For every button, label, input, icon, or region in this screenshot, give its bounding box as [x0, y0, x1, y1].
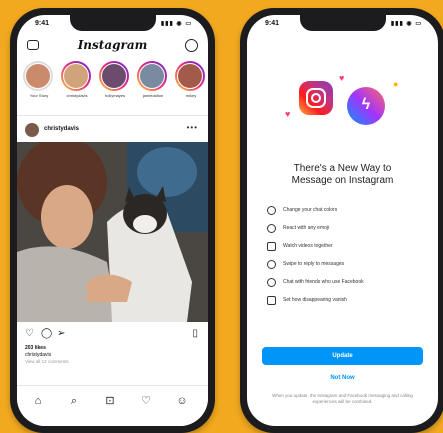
list-item: Swipe to reply to messages	[267, 259, 426, 274]
story-item[interactable]: christydavis	[61, 61, 93, 98]
title-line-2: Message on Instagram	[291, 175, 394, 186]
post-actions: ♡ ◯ ➢ ▯	[17, 328, 208, 342]
phone-feed: 9:41 ▮▮▮ ◉ ▭ Instagram Your Story christ…	[10, 8, 215, 433]
chat-icon	[267, 278, 276, 287]
home-icon[interactable]: ⌂	[31, 394, 45, 408]
update-screen: 9:41 ▮▮▮ ◉ ▭ ϟ ♥ ♥ ● There's a New Way t…	[247, 15, 438, 426]
messenger-app-icon: ϟ	[347, 87, 385, 125]
update-footnote: When you update, the Instagram and Faceb…	[272, 393, 413, 404]
update-title: There's a New Way to Message on Instagra…	[247, 163, 438, 187]
story-item[interactable]: Your Story	[23, 61, 55, 98]
profile-icon[interactable]: ☺	[175, 394, 189, 408]
story-item[interactable]: mikey	[175, 61, 207, 98]
notch	[69, 15, 156, 31]
title-line-1: There's a New Way to	[293, 163, 392, 174]
feature-text: Watch videos together	[283, 243, 333, 249]
not-now-link[interactable]: Not Now	[247, 375, 438, 381]
instagram-app-icon-lens	[311, 93, 321, 103]
feed-header: Instagram	[17, 35, 208, 57]
update-hero: ϟ ♥ ♥ ●	[247, 69, 438, 139]
status-icons: ▮▮▮ ◉ ▭	[160, 21, 192, 27]
likes-count[interactable]: 203 likes	[25, 345, 46, 351]
feature-list: Change your chat colors React with any e…	[267, 205, 426, 313]
story-name: Your Story	[29, 93, 49, 98]
messenger-bolt-icon: ϟ	[361, 96, 371, 113]
story-ring	[23, 61, 53, 91]
status-icons: ▮▮▮ ◉ ▭	[390, 21, 422, 27]
divider	[17, 115, 208, 116]
more-options-icon[interactable]: •••	[187, 123, 198, 132]
direct-message-icon[interactable]	[185, 39, 198, 52]
smile-icon	[267, 206, 276, 215]
bookmark-icon[interactable]: ▯	[192, 328, 198, 339]
story-ring	[175, 61, 205, 91]
search-icon[interactable]: ⌕	[67, 394, 81, 408]
avatar	[139, 63, 165, 89]
story-ring	[61, 61, 91, 91]
feature-text: Chat with friends who use Facebook	[283, 279, 364, 285]
heart-icon: ♥	[339, 73, 345, 83]
swipe-icon	[267, 260, 276, 269]
feature-text: React with any emoji	[283, 225, 330, 231]
avatar	[177, 63, 203, 89]
avatar	[25, 63, 51, 89]
story-ring	[99, 61, 129, 91]
stories-tray: Your Story christydavis hollymayes jamie…	[21, 61, 208, 113]
notch	[299, 15, 386, 31]
list-item: React with any emoji	[267, 223, 426, 238]
activity-icon[interactable]: ♡	[139, 394, 153, 408]
instagram-logo: Instagram	[77, 38, 148, 52]
comment-icon[interactable]: ◯	[41, 328, 52, 339]
vanish-icon	[267, 296, 276, 305]
feature-text: Swipe to reply to messages	[283, 261, 345, 267]
reels-icon[interactable]: ⊡	[103, 394, 117, 408]
list-item: Chat with friends who use Facebook	[267, 277, 426, 292]
post-avatar[interactable]	[25, 123, 39, 137]
reply-icon	[267, 224, 276, 233]
bottom-tab-bar: ⌂ ⌕ ⊡ ♡ ☺	[17, 385, 208, 426]
story-name: jamiedalton	[142, 93, 164, 98]
watch-icon	[267, 242, 276, 251]
feed-screen: 9:41 ▮▮▮ ◉ ▭ Instagram Your Story christ…	[17, 15, 208, 426]
like-icon[interactable]: ♡	[25, 328, 34, 339]
story-name: christydavis	[66, 93, 88, 98]
status-time: 9:41	[35, 20, 50, 27]
heart-icon: ♥	[285, 109, 291, 119]
story-ring	[137, 61, 167, 91]
post-photo[interactable]	[17, 142, 208, 322]
list-item: Watch videos together	[267, 241, 426, 256]
story-name: mikey	[185, 93, 197, 98]
story-name: hollymayes	[104, 93, 125, 98]
post-username[interactable]: christydavis	[44, 126, 79, 132]
phone-update: 9:41 ▮▮▮ ◉ ▭ ϟ ♥ ♥ ● There's a New Way t…	[240, 8, 443, 433]
avatar	[63, 63, 89, 89]
list-item: Set how disappearing vanish	[267, 295, 426, 310]
photo-illustration	[17, 142, 208, 322]
emoji-icon: ●	[393, 79, 399, 89]
feature-text: Change your chat colors	[283, 207, 338, 213]
post-header: christydavis •••	[17, 119, 208, 141]
instagram-app-icon	[299, 81, 333, 115]
view-comments-link[interactable]: View all 12 comments	[25, 359, 69, 364]
update-button[interactable]: Update	[262, 347, 423, 365]
story-item[interactable]: jamiedalton	[137, 61, 169, 98]
avatar	[101, 63, 127, 89]
list-item: Change your chat colors	[267, 205, 426, 220]
feature-text: Set how disappearing vanish	[283, 297, 347, 303]
story-item[interactable]: hollymayes	[99, 61, 131, 98]
status-time: 9:41	[265, 20, 280, 27]
share-icon[interactable]: ➢	[57, 328, 65, 339]
post-caption: christydavis	[25, 352, 52, 358]
